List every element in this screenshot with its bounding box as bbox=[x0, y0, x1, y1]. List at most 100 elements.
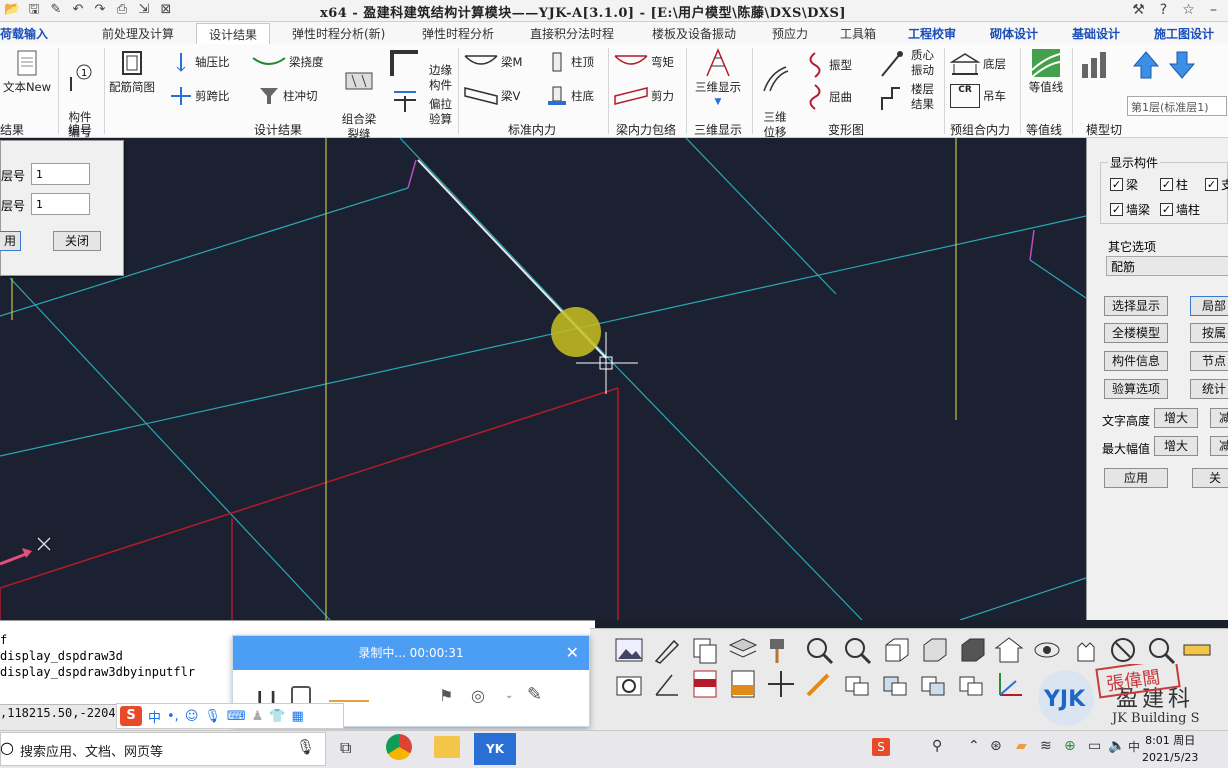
sogou-logo-icon[interactable]: S bbox=[120, 706, 142, 726]
copy-icon[interactable] bbox=[690, 635, 720, 665]
member-info-button[interactable]: 构件信息 bbox=[1104, 351, 1168, 371]
end-floor-input[interactable] bbox=[31, 193, 90, 215]
tab-load-input[interactable]: 荷载输入 bbox=[0, 25, 48, 42]
grid-menu-icon[interactable]: ▦ bbox=[292, 709, 304, 724]
stack-icon-2[interactable] bbox=[880, 669, 910, 699]
check-beam[interactable]: ✓ 梁 bbox=[1110, 176, 1138, 193]
contour-button[interactable]: 等值线 bbox=[1024, 48, 1068, 95]
tools-icon[interactable]: ⚒ bbox=[1130, 1, 1147, 19]
zoom-extents-icon[interactable] bbox=[1108, 635, 1138, 665]
shear-envelope-button[interactable]: 剪力 bbox=[614, 86, 674, 106]
keyboard-icon[interactable]: ⌨ bbox=[227, 709, 246, 724]
tab-direct-integration[interactable]: 直接积分法时程 bbox=[530, 25, 614, 42]
pan-icon[interactable] bbox=[1070, 635, 1100, 665]
print-icon[interactable]: ⎙ bbox=[114, 2, 130, 18]
apply-button[interactable]: 用 bbox=[0, 231, 21, 251]
emoji-icon[interactable]: ☺ bbox=[185, 709, 199, 724]
column-top-button[interactable]: 柱顶 bbox=[546, 52, 594, 72]
stats-button[interactable]: 统计 bbox=[1190, 379, 1228, 399]
stack-icon-3[interactable] bbox=[918, 669, 948, 699]
up-arrow-icon[interactable] bbox=[1132, 50, 1160, 80]
amplitude-decrease-button[interactable]: 减 bbox=[1210, 436, 1228, 456]
mode-shape-button[interactable]: 振型 bbox=[804, 52, 852, 78]
tab-floor-vibration[interactable]: 楼板及设备振动 bbox=[652, 25, 736, 42]
redo-icon[interactable]: ↷ bbox=[92, 2, 108, 18]
column-bottom-button[interactable]: 柱底 bbox=[546, 86, 594, 106]
buckling-button[interactable]: 屈曲 bbox=[804, 84, 852, 110]
start-floor-input[interactable] bbox=[31, 163, 90, 185]
beam-v-button[interactable]: 梁V bbox=[464, 86, 520, 106]
microphone-search-icon[interactable]: 🎙 bbox=[296, 738, 315, 756]
tab-design-result[interactable]: 设计结果 bbox=[196, 23, 271, 45]
panel-close-button[interactable]: 关 bbox=[1192, 468, 1228, 488]
taskbar-clock[interactable]: 8:01 周日 2021/5/23 bbox=[1142, 732, 1198, 766]
stack-icon-1[interactable] bbox=[842, 669, 872, 699]
amplitude-increase-button[interactable]: 增大 bbox=[1154, 436, 1198, 456]
ruler-icon[interactable] bbox=[1182, 635, 1212, 665]
node-button[interactable]: 节点 bbox=[1190, 351, 1228, 371]
select-display-button[interactable]: 选择显示 bbox=[1104, 296, 1168, 316]
rebar-sketch-button[interactable]: 配筋简图 bbox=[106, 48, 158, 95]
skin-icon[interactable]: 👕 bbox=[269, 709, 285, 724]
tab-masonry[interactable]: 砌体设计 bbox=[990, 25, 1038, 42]
tab-foundation[interactable]: 基础设计 bbox=[1072, 25, 1120, 42]
axis-icon[interactable] bbox=[994, 669, 1024, 699]
check-option-button[interactable]: 验算选项 bbox=[1104, 379, 1168, 399]
star-icon[interactable]: ☆ bbox=[1180, 1, 1197, 19]
option-select[interactable]: 配筋 bbox=[1106, 256, 1228, 276]
check-column[interactable]: ✓ 柱 bbox=[1160, 176, 1188, 193]
tray-app-icon[interactable]: ⊛ bbox=[990, 738, 1002, 754]
text-height-increase-button[interactable]: 增大 bbox=[1154, 408, 1198, 428]
yjk-taskbar-icon[interactable]: YK bbox=[474, 733, 516, 765]
sogou-tray-icon[interactable]: S bbox=[872, 738, 890, 756]
close-icon[interactable]: ✕ bbox=[566, 636, 579, 670]
down-arrow-icon[interactable] bbox=[1168, 50, 1196, 80]
dropdown-icon[interactable]: ⌄ bbox=[505, 690, 513, 701]
export-icon[interactable]: ⇲ bbox=[136, 2, 152, 18]
dwg-icon[interactable] bbox=[728, 669, 758, 699]
tab-toolbox[interactable]: 工具箱 bbox=[840, 25, 876, 42]
microphone-icon[interactable]: 🎙 bbox=[204, 709, 221, 724]
column-punch-button[interactable]: 柱冲切 bbox=[258, 86, 318, 106]
tab-elastic-new[interactable]: 弹性时程分析(新) bbox=[292, 25, 385, 42]
check-brace[interactable]: ✓ 支 bbox=[1205, 176, 1228, 193]
zoom-out-icon[interactable] bbox=[842, 635, 872, 665]
tray-chevron-icon[interactable]: ⌃ bbox=[968, 738, 980, 754]
minimize-icon[interactable]: – bbox=[1205, 1, 1222, 19]
layers-icon[interactable] bbox=[728, 635, 758, 665]
paint-icon[interactable] bbox=[766, 635, 796, 665]
pdf-icon[interactable] bbox=[690, 669, 720, 699]
axial-ratio-button[interactable]: 轴压比 bbox=[170, 52, 230, 72]
zoom-window-icon[interactable] bbox=[1146, 635, 1176, 665]
edit-icon[interactable]: ✎ bbox=[48, 2, 64, 18]
combo-beam-crack-button[interactable]: 组合梁 裂缝 bbox=[338, 50, 380, 142]
brush-icon[interactable] bbox=[804, 669, 834, 699]
pen-draw-icon[interactable] bbox=[652, 635, 682, 665]
displacement-3d-button[interactable]: 三维 位移 bbox=[756, 48, 794, 140]
undo-icon[interactable]: ↶ bbox=[70, 2, 86, 18]
user-icon[interactable]: ♟ bbox=[252, 709, 264, 724]
tab-prestress[interactable]: 预应力 bbox=[772, 25, 808, 42]
plus-tray-icon[interactable]: ⊕ bbox=[1064, 738, 1076, 754]
chrome-icon[interactable] bbox=[386, 734, 412, 760]
beam-deflection-button[interactable]: 梁挠度 bbox=[252, 52, 324, 72]
help-icon[interactable]: ? bbox=[1155, 1, 1172, 19]
cube-view-icon[interactable] bbox=[880, 635, 910, 665]
flag-icon[interactable]: ⚑ bbox=[439, 686, 453, 705]
tab-preprocess[interactable]: 前处理及计算 bbox=[102, 25, 174, 42]
tab-elastic[interactable]: 弹性时程分析 bbox=[422, 25, 494, 42]
dropdown-arrow-icon[interactable]: ▼ bbox=[690, 95, 746, 110]
cube-solid-icon[interactable] bbox=[956, 635, 986, 665]
by-attribute-button[interactable]: 按属 bbox=[1190, 323, 1228, 343]
zoom-in-icon[interactable] bbox=[804, 635, 834, 665]
chinese-mode-icon[interactable]: 中 bbox=[148, 707, 161, 726]
model-cut-icon[interactable] bbox=[1080, 50, 1114, 80]
shear-span-button[interactable]: 剪跨比 bbox=[170, 86, 230, 106]
save-icon[interactable]: 🖫 bbox=[26, 2, 42, 18]
people-icon[interactable]: ⚲ bbox=[932, 738, 942, 754]
bottom-layer-button[interactable]: 底层 bbox=[950, 52, 1006, 76]
check-wall-beam[interactable]: ✓ 墙梁 bbox=[1110, 201, 1150, 218]
close-file-icon[interactable]: ⊠ bbox=[158, 2, 174, 18]
drawing-canvas[interactable] bbox=[0, 138, 1086, 620]
view-3d-button[interactable]: 三维显示 ▼ bbox=[690, 48, 746, 110]
